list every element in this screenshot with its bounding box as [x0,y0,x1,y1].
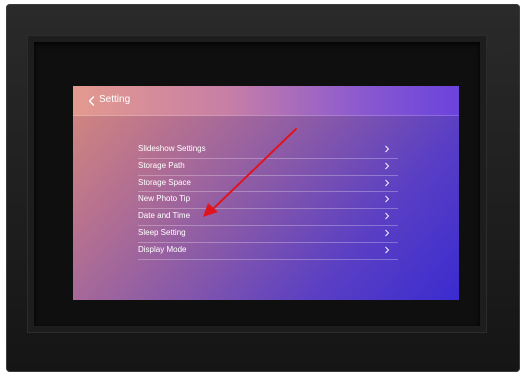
menu-item-label: Slideshow Settings [138,144,206,153]
menu-item-date-and-time[interactable]: Date and Time [138,209,398,226]
menu-item-sleep-setting[interactable]: Sleep Setting [138,226,398,243]
chevron-right-icon [385,229,390,237]
menu-item-slideshow-settings[interactable]: Slideshow Settings [138,142,398,159]
settings-header: Setting [73,86,459,116]
frame-screen: Setting Slideshow Settings Storage Path … [73,86,459,300]
menu-item-new-photo-tip[interactable]: New Photo Tip [138,192,398,210]
menu-item-label: New Photo Tip [138,194,191,204]
menu-item-label: Storage Path [138,160,185,170]
chevron-right-icon [385,179,390,186]
menu-item-label: Storage Space [138,177,191,187]
menu-item-storage-path[interactable]: Storage Path [138,159,398,176]
chevron-right-icon [385,196,390,203]
chevron-right-icon [385,246,390,254]
menu-item-label: Date and Time [138,211,191,221]
chevron-left-icon[interactable] [87,96,97,106]
page-title: Setting [99,94,131,105]
menu-item-storage-space[interactable]: Storage Space [138,176,398,193]
menu-item-label: Sleep Setting [138,227,186,237]
menu-item-display-mode[interactable]: Display Mode [138,243,398,260]
settings-menu: Slideshow Settings Storage Path Storage … [138,142,398,260]
chevron-right-icon [385,212,390,220]
chevron-right-icon [385,145,390,153]
menu-item-label: Display Mode [138,244,187,254]
chevron-right-icon [385,162,390,170]
